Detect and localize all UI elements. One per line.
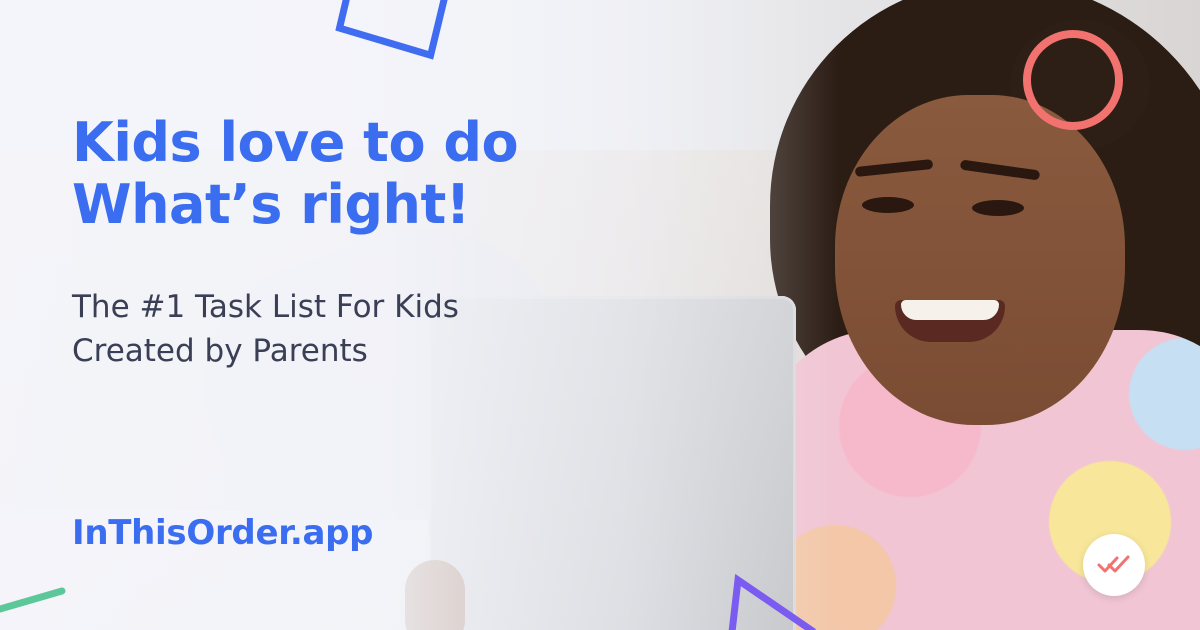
purple-triangle-outline-icon (728, 573, 816, 630)
headline-line-1: Kids love to do (72, 111, 519, 174)
subheadline-line-2: Created by Parents (72, 333, 368, 369)
headline-line-2: What’s right! (72, 173, 470, 236)
blue-square-outline-icon (335, 0, 454, 60)
site-link[interactable]: InThisOrder.app (72, 513, 373, 553)
subheadline: The #1 Task List For Kids Created by Par… (72, 285, 459, 373)
coral-circle-outline-icon (1023, 30, 1123, 130)
green-line-icon (0, 587, 66, 613)
subheadline-line-1: The #1 Task List For Kids (72, 289, 459, 325)
app-badge-button[interactable] (1083, 534, 1145, 596)
headline: Kids love to do What’s right! (72, 111, 519, 236)
social-banner: Kids love to do What’s right! The #1 Tas… (0, 0, 1200, 630)
double-check-icon (1097, 555, 1130, 573)
